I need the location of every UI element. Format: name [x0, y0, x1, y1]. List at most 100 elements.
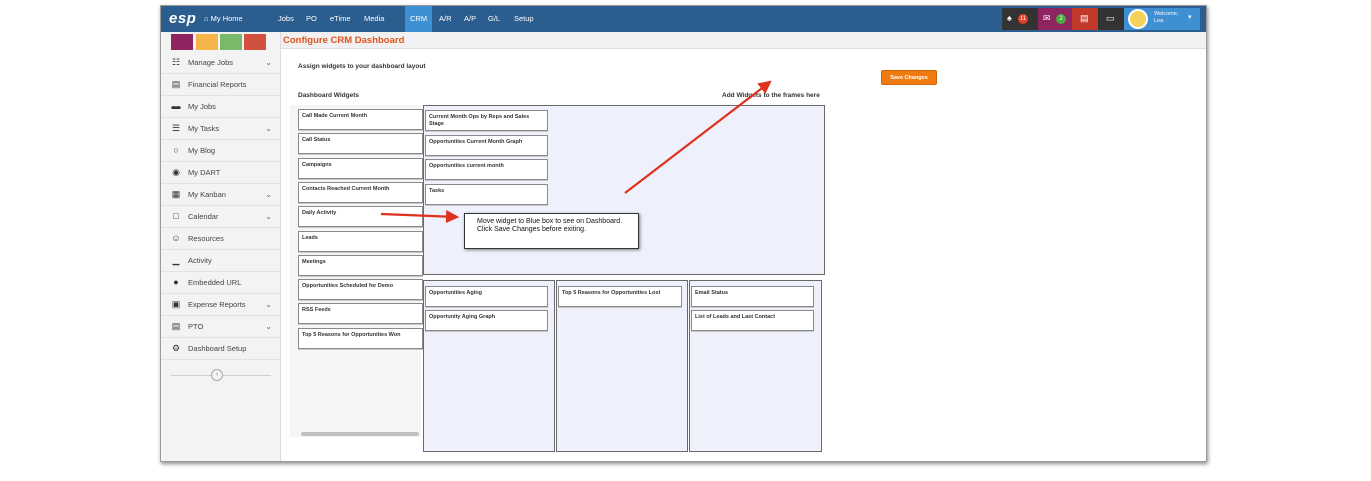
- activity-icon: ▁: [172, 255, 180, 265]
- pto-icon: ▤: [171, 321, 181, 331]
- dashboard-widget[interactable]: Top 5 Reasons for Opportunities Won: [298, 327, 423, 349]
- collapse-sidebar-icon[interactable]: ‹: [211, 369, 223, 381]
- top-icons: ♠ 11 ✉ 2 ▤ ▭ Welcome, Lea ▾: [1002, 8, 1202, 30]
- dashboard-widget[interactable]: Opportunities current month: [425, 159, 548, 180]
- sidebar-item-manage-jobs[interactable]: ☷ Manage Jobs ⌄: [161, 52, 280, 74]
- sidebar-item-calendar[interactable]: □ Calendar ⌄: [161, 206, 280, 228]
- sidebar-item-resources[interactable]: ☺ Resources: [161, 228, 280, 250]
- chevron-down-icon: ⌄: [265, 212, 272, 221]
- dashboard-widget[interactable]: List of Leads and Last Contact: [691, 310, 814, 331]
- sidebar-item-expense-reports[interactable]: ▣ Expense Reports ⌄: [161, 294, 280, 316]
- sidebar-item-label: Embedded URL: [188, 278, 242, 287]
- nav-crm[interactable]: CRM: [405, 6, 433, 32]
- sidebar-item-label: Manage Jobs: [188, 58, 234, 67]
- sidebar-item-my-kanban[interactable]: ▦ My Kanban ⌄: [161, 184, 280, 206]
- money-icon: ▣: [171, 299, 181, 309]
- sidebar-item-label: My DART: [188, 168, 221, 177]
- chat-icon: ○: [173, 145, 179, 155]
- dashboard-widget[interactable]: Tasks: [425, 183, 548, 205]
- nav-etime[interactable]: eTime: [325, 6, 356, 32]
- save-changes-button[interactable]: Save Changes: [881, 70, 937, 85]
- bell-icon: ♠: [1007, 13, 1012, 23]
- sidebar-item-label: Calendar: [188, 212, 219, 221]
- dashboard-widget[interactable]: Contacts Reached Current Month: [298, 181, 423, 203]
- dashboard-widget[interactable]: Leads: [298, 230, 423, 252]
- swatch-orange[interactable]: [196, 34, 218, 50]
- dashboard-widget[interactable]: Opportunity Aging Graph: [425, 310, 548, 331]
- user-name: Lea: [1154, 18, 1164, 24]
- chevron-down-icon: ⌄: [265, 58, 272, 67]
- dashboard-widget[interactable]: Meetings: [298, 254, 423, 276]
- frames-hint: Add Widgets to the frames here: [722, 92, 820, 99]
- chevron-down-icon: ⌄: [265, 190, 272, 199]
- sidebar-item-pto[interactable]: ▤ PTO ⌄: [161, 316, 280, 338]
- sidebar-item-label: Financial Reports: [188, 80, 247, 89]
- sidebar-item-label: PTO: [188, 322, 204, 331]
- dashboard-widget[interactable]: Top 5 Reasons for Opportunities Lost: [558, 286, 682, 307]
- cogs-icon: ⚙: [171, 343, 181, 353]
- dashboard-widget[interactable]: Call Status: [298, 133, 423, 155]
- messages-button[interactable]: ✉ 2: [1038, 8, 1072, 30]
- sidebar-menu: ☷ Manage Jobs ⌄ ▤ Financial Reports ▬ My Jobs ☰…: [161, 52, 280, 360]
- nav-jobs[interactable]: Jobs: [273, 6, 299, 32]
- instruction-callout: Move widget to Blue box to see on Dashbo…: [464, 213, 639, 249]
- book-button[interactable]: ▭: [1098, 8, 1124, 30]
- nav-setup[interactable]: Setup: [509, 6, 539, 32]
- sidebar-item-financial-reports[interactable]: ▤ Financial Reports: [161, 74, 280, 96]
- nav-po[interactable]: PO: [301, 6, 322, 32]
- notifications-button[interactable]: ♠ 11: [1002, 8, 1038, 30]
- dashboard-widgets-heading: Dashboard Widgets: [298, 92, 359, 99]
- dashboard-widget[interactable]: Email Status: [691, 286, 814, 307]
- database-button[interactable]: ▤: [1072, 8, 1098, 30]
- esp-logo[interactable]: esp: [169, 10, 196, 27]
- main-content: Configure CRM Dashboard Assign widgets t…: [281, 32, 1206, 461]
- sidebar-item-label: My Tasks: [188, 124, 220, 133]
- swatch-green[interactable]: [220, 34, 242, 50]
- home-icon: ⌂: [204, 14, 211, 23]
- book-icon: ▭: [1106, 13, 1115, 23]
- chevron-down-icon: ▾: [1188, 14, 1192, 21]
- dart-icon: ◉: [172, 167, 180, 177]
- sidebar: ☷ Manage Jobs ⌄ ▤ Financial Reports ▬ My Jobs ☰…: [161, 32, 281, 461]
- sidebar-item-my-jobs[interactable]: ▬ My Jobs: [161, 96, 280, 118]
- dashboard-widget[interactable]: Call Made Current Month: [298, 109, 423, 130]
- sidebar-item-label: Expense Reports: [188, 300, 246, 309]
- dashboard-widget[interactable]: Opportunities Current Month Graph: [425, 134, 548, 156]
- nav-ar[interactable]: A/R: [434, 6, 457, 32]
- swatch-purple[interactable]: [171, 34, 193, 50]
- user-menu[interactable]: Welcome, Lea ▾: [1124, 8, 1200, 30]
- sidebar-item-my-tasks[interactable]: ☰ My Tasks ⌄: [161, 118, 280, 140]
- database-icon: ▤: [1080, 13, 1089, 23]
- nav-ap[interactable]: A/P: [459, 6, 481, 32]
- notification-badge: 11: [1018, 14, 1028, 24]
- nav-my-home[interactable]: ⌂ My Home: [199, 6, 248, 32]
- sidebar-item-embedded-url[interactable]: ● Embedded URL: [161, 272, 280, 294]
- calendar-icon: □: [173, 211, 179, 221]
- dashboard-widget[interactable]: Daily Activity: [298, 206, 423, 228]
- tasks-icon: ☰: [171, 123, 181, 133]
- page-title: Configure CRM Dashboard: [281, 32, 1206, 49]
- report-icon: ▤: [171, 79, 181, 89]
- nav-gl[interactable]: G/L: [483, 6, 505, 32]
- chevron-down-icon: ⌄: [265, 124, 272, 133]
- dashboard-widget[interactable]: Opportunities Scheduled for Demo: [298, 279, 423, 301]
- sidebar-item-my-dart[interactable]: ◉ My DART: [161, 162, 280, 184]
- avatar: [1128, 9, 1148, 29]
- app-window: esp ⌂ My Home Jobs PO eTime Media CRM A/…: [160, 5, 1207, 462]
- dashboard-widget[interactable]: Opportunities Aging: [425, 286, 548, 307]
- sidebar-item-dashboard-setup[interactable]: ⚙ Dashboard Setup: [161, 338, 280, 360]
- chevron-down-icon: ⌄: [265, 322, 272, 331]
- message-badge: 2: [1056, 14, 1066, 24]
- swatch-red[interactable]: [244, 34, 266, 50]
- sidebar-item-activity[interactable]: ▁ Activity: [161, 250, 280, 272]
- horizontal-scrollbar[interactable]: [301, 432, 419, 436]
- dashboard-widget[interactable]: RSS Feeds: [298, 303, 423, 325]
- dashboard-widget[interactable]: Current Month Ops by Reps and Sales Stag…: [425, 110, 548, 131]
- dashboard-widget[interactable]: Campaigns: [298, 157, 423, 179]
- sidebar-item-my-blog[interactable]: ○ My Blog: [161, 140, 280, 162]
- nav-media[interactable]: Media: [359, 6, 389, 32]
- users-icon: ☺: [171, 233, 181, 243]
- assign-instructions: Assign widgets to your dashboard layout: [298, 63, 426, 70]
- envelope-icon: ✉: [1043, 13, 1051, 23]
- sitemap-icon: ☷: [171, 57, 181, 67]
